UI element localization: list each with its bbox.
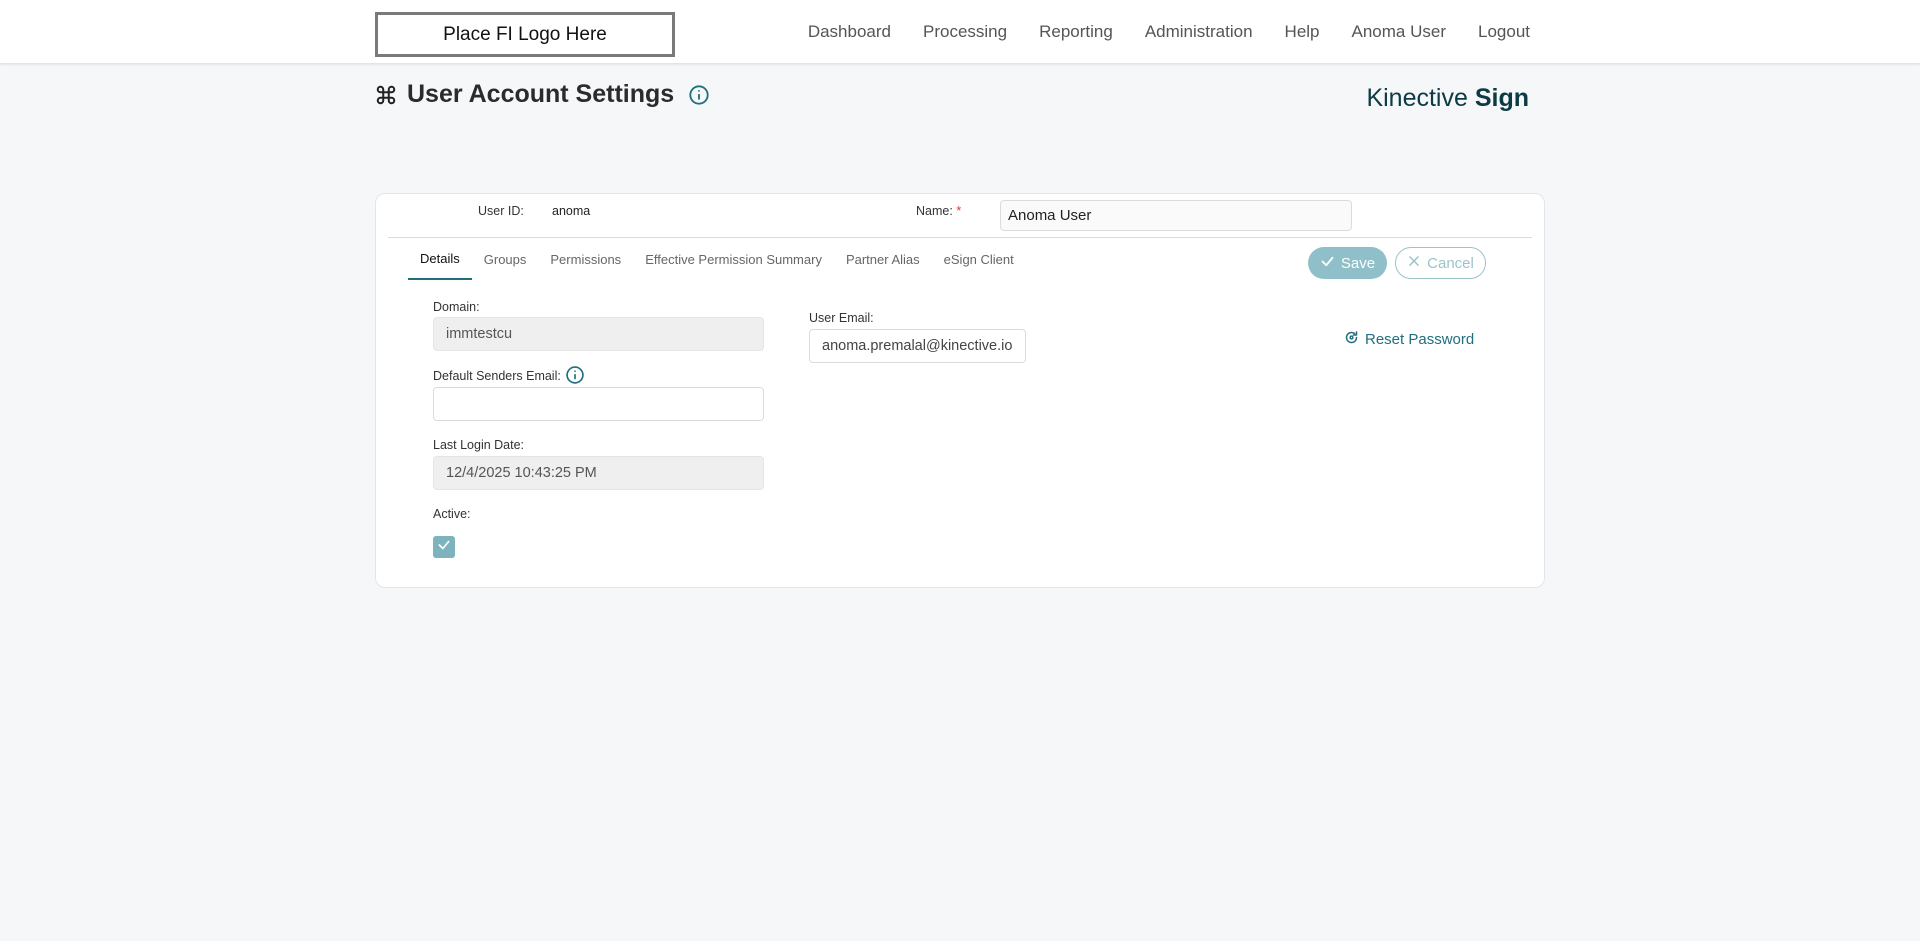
tab-effective-permission-summary[interactable]: Effective Permission Summary xyxy=(633,238,834,280)
tab-partner-alias[interactable]: Partner Alias xyxy=(834,238,932,280)
name-label-text: Name: xyxy=(916,204,953,218)
kinective-sign-logo: Kinective Sign xyxy=(1366,84,1529,113)
command-icon xyxy=(375,84,397,106)
cancel-button-label: Cancel xyxy=(1427,254,1474,272)
fi-logo-placeholder[interactable]: Place FI Logo Here xyxy=(375,12,675,57)
page-title-row: User Account Settings xyxy=(375,80,710,109)
main-nav: Dashboard Processing Reporting Administr… xyxy=(808,0,1530,63)
logo-text: Place FI Logo Here xyxy=(443,23,607,45)
required-asterisk: * xyxy=(956,204,962,218)
reset-icon xyxy=(1344,330,1359,349)
brand-light: Kinective xyxy=(1366,84,1475,112)
settings-tabs: Details Groups Permissions Effective Per… xyxy=(408,238,1026,280)
tab-details[interactable]: Details xyxy=(408,238,472,280)
close-icon xyxy=(1407,254,1421,272)
tab-esign-client[interactable]: eSign Client xyxy=(932,238,1026,280)
last-login-date-label: Last Login Date: xyxy=(433,438,525,452)
reset-password-link[interactable]: Reset Password xyxy=(1344,330,1474,349)
active-checkbox[interactable] xyxy=(433,536,455,558)
tab-groups[interactable]: Groups xyxy=(472,238,539,280)
save-button-label: Save xyxy=(1340,254,1376,272)
user-email-label: User Email: xyxy=(809,311,874,325)
user-header-row: User ID: anoma Name: * xyxy=(388,194,1532,238)
nav-user-menu[interactable]: Anoma User xyxy=(1352,22,1446,42)
default-senders-email-input[interactable] xyxy=(433,387,764,421)
top-navigation-bar: Place FI Logo Here Dashboard Processing … xyxy=(0,0,1920,63)
nav-dashboard[interactable]: Dashboard xyxy=(808,22,891,42)
checkmark-icon xyxy=(437,538,451,557)
brand-bold: Sign xyxy=(1474,84,1529,112)
info-icon[interactable] xyxy=(565,365,585,385)
name-input[interactable] xyxy=(1000,200,1352,231)
name-label: Name: * xyxy=(916,204,961,218)
nav-processing[interactable]: Processing xyxy=(923,22,1007,42)
nav-logout[interactable]: Logout xyxy=(1478,22,1530,42)
nav-administration[interactable]: Administration xyxy=(1145,22,1253,42)
domain-label: Domain: xyxy=(433,300,480,314)
user-email-input[interactable] xyxy=(809,329,1026,363)
cancel-button[interactable]: Cancel xyxy=(1395,247,1486,279)
domain-field: immtestcu xyxy=(433,317,764,351)
nav-help[interactable]: Help xyxy=(1285,22,1320,42)
nav-reporting[interactable]: Reporting xyxy=(1039,22,1113,42)
tab-permissions[interactable]: Permissions xyxy=(538,238,633,280)
user-id-value: anoma xyxy=(552,204,591,218)
info-icon[interactable] xyxy=(688,84,710,106)
user-id-label: User ID: xyxy=(478,204,524,218)
save-button[interactable]: Save xyxy=(1308,247,1387,279)
page-title: User Account Settings xyxy=(407,80,675,108)
active-label: Active: xyxy=(433,507,471,521)
last-login-date-field: 12/4/2025 10:43:25 PM xyxy=(433,456,764,490)
reset-password-label: Reset Password xyxy=(1365,331,1475,348)
user-settings-card: User ID: anoma Name: * Details Groups Pe… xyxy=(375,193,1545,588)
check-icon xyxy=(1320,254,1335,273)
default-senders-email-label: Default Senders Email: xyxy=(433,369,561,383)
